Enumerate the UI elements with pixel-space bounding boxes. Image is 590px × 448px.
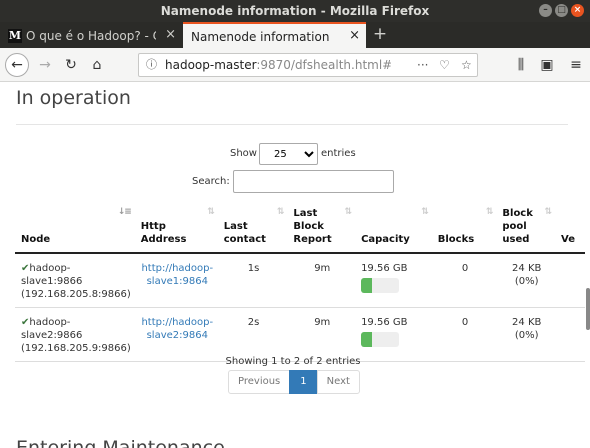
- close-tab-icon[interactable]: ×: [165, 22, 176, 48]
- page-length-control: Show 25 entries: [230, 143, 356, 165]
- close-icon[interactable]: ×: [571, 4, 584, 17]
- sidebar-button[interactable]: ▣: [536, 54, 558, 76]
- pagination: Previous 1 Next: [228, 370, 360, 394]
- info-icon[interactable]: ⓘ: [146, 54, 157, 76]
- search-label: Search:: [192, 176, 230, 187]
- pool-used-cell: 24 KB (0%): [496, 253, 556, 308]
- col-node[interactable]: ↓≡ Node: [15, 203, 135, 254]
- tab-label: Namenode information: [191, 29, 330, 44]
- section-title: In operation: [16, 87, 131, 109]
- new-tab-button[interactable]: +: [370, 22, 390, 48]
- url-host: hadoop-master: [165, 58, 257, 72]
- section-title-maintenance: Entering Maintenance: [16, 437, 225, 448]
- window-title: Namenode information - Mozilla Firefox: [160, 4, 430, 18]
- entries-label: entries: [321, 148, 356, 159]
- hamburger-icon: ≡: [570, 57, 582, 73]
- next-page-button[interactable]: Next: [316, 370, 360, 394]
- page-size-select[interactable]: 25: [259, 143, 318, 165]
- capacity-cell: 19.56 GB: [355, 307, 432, 362]
- maximize-icon[interactable]: □: [555, 4, 568, 17]
- last-contact-cell: 2s: [217, 307, 288, 362]
- arrow-right-icon: →: [39, 57, 51, 73]
- blocks-cell: 0: [431, 253, 497, 308]
- table-info: Showing 1 to 2 of 2 entries: [225, 356, 361, 367]
- medium-favicon-icon: M: [8, 28, 22, 43]
- col-last-contact[interactable]: ⇅ Last contact: [217, 203, 288, 254]
- navigation-toolbar: ← → ↻ ⌂ ⓘ hadoop-master:9870/dfshealth.h…: [0, 48, 590, 82]
- node-cell: ✔hadoop-slave2:9866 (192.168.205.9:9866): [15, 307, 135, 362]
- tab-bar: M O que é o Hadoop? - Como funciona × Nam…: [0, 22, 590, 48]
- ellipsis-icon[interactable]: ···: [417, 54, 428, 76]
- tab-label: O que é o Hadoop? - Como funciona: [26, 28, 156, 43]
- sort-icon: ⇅: [544, 207, 552, 217]
- window-controls: – □ ×: [539, 4, 584, 17]
- reload-button[interactable]: ↻: [60, 54, 82, 76]
- url-path: :9870/dfshealth.html#tab-datanode: [256, 58, 391, 72]
- address-bar[interactable]: ⓘ hadoop-master:9870/dfshealth.html#tab-…: [138, 53, 478, 77]
- sort-icon: ⇅: [276, 207, 284, 217]
- col-http-address[interactable]: ⇅ Http Address: [134, 203, 218, 254]
- http-cell: http://hadoop-slave1:9864: [134, 253, 218, 308]
- col-capacity[interactable]: ⇅ Capacity: [355, 203, 432, 254]
- last-block-report-cell: 9m: [287, 253, 356, 308]
- capacity-cell: 19.56 GB: [355, 253, 432, 308]
- tab-hadoop-article[interactable]: M O que é o Hadoop? - Como funciona ×: [0, 22, 182, 48]
- scrollbar[interactable]: [586, 83, 590, 448]
- pocket-icon[interactable]: ♡: [439, 54, 450, 76]
- last-contact-cell: 1s: [217, 253, 288, 308]
- previous-page-button[interactable]: Previous: [228, 370, 291, 394]
- datanode-table: ↓≡ Node ⇅ Http Address ⇅ Last contact ⇅ Last…: [15, 203, 585, 362]
- arrow-left-icon: ←: [11, 57, 23, 73]
- col-blocks[interactable]: ⇅ Blocks: [431, 203, 497, 254]
- home-button[interactable]: ⌂: [86, 54, 108, 76]
- window-titlebar: Namenode information - Mozilla Firefox –…: [0, 0, 590, 22]
- forward-button[interactable]: →: [34, 54, 56, 76]
- last-block-report-cell: 9m: [287, 307, 356, 362]
- blocks-cell: 0: [431, 307, 497, 362]
- sort-asc-icon: ↓≡: [117, 207, 132, 217]
- back-button[interactable]: ←: [5, 53, 29, 77]
- search-input[interactable]: [233, 170, 394, 193]
- section-divider: [16, 124, 568, 125]
- col-last-block-report[interactable]: ⇅ Last Block Report: [287, 203, 356, 254]
- sort-icon: ⇅: [485, 207, 493, 217]
- tab-namenode-information[interactable]: Namenode information ×: [183, 22, 366, 48]
- star-icon[interactable]: ☆: [461, 54, 472, 76]
- version-cell: [555, 253, 585, 308]
- library-icon: ⫼: [517, 57, 525, 73]
- reload-icon: ↻: [65, 57, 77, 73]
- version-cell: [555, 307, 585, 362]
- http-address-link[interactable]: http://hadoop-slave1:9864: [141, 262, 214, 288]
- page-1-button[interactable]: 1: [289, 370, 318, 394]
- node-cell: ✔hadoop-slave1:9866 (192.168.205.8:9866): [15, 253, 135, 308]
- capacity-progress-fill: [361, 278, 373, 293]
- home-icon: ⌂: [92, 57, 102, 73]
- col-block-pool-used[interactable]: ⇅ Block pool used: [496, 203, 556, 254]
- http-address-link[interactable]: http://hadoop-slave2:9864: [141, 316, 214, 342]
- http-cell: http://hadoop-slave2:9864: [134, 307, 218, 362]
- library-button[interactable]: ⫼: [510, 54, 532, 76]
- close-tab-icon[interactable]: ×: [349, 24, 360, 48]
- sort-icon: ⇅: [344, 207, 352, 217]
- capacity-progress-fill: [361, 332, 373, 347]
- show-label: Show: [230, 148, 257, 159]
- table-row: ✔hadoop-slave2:9866 (192.168.205.9:9866) …: [15, 307, 585, 362]
- table-row: ✔hadoop-slave1:9866 (192.168.205.8:9866) …: [15, 253, 585, 308]
- page-content: In operation Show 25 entries Search: ↓≡ N…: [0, 83, 590, 448]
- menu-button[interactable]: ≡: [565, 54, 587, 76]
- capacity-progress-bar: [361, 278, 400, 293]
- scrollbar-thumb[interactable]: [586, 288, 590, 330]
- minimize-icon[interactable]: –: [539, 4, 552, 17]
- capacity-progress-bar: [361, 332, 400, 347]
- sort-icon: ⇅: [207, 207, 214, 217]
- table-header-row: ↓≡ Node ⇅ Http Address ⇅ Last contact ⇅ Last…: [15, 203, 585, 254]
- pool-used-cell: 24 KB (0%): [496, 307, 556, 362]
- col-version[interactable]: Ve: [555, 203, 585, 254]
- sidebar-icon: ▣: [540, 57, 554, 73]
- sort-icon: ⇅: [421, 207, 428, 217]
- url-text[interactable]: hadoop-master:9870/dfshealth.html#tab-da…: [165, 54, 391, 76]
